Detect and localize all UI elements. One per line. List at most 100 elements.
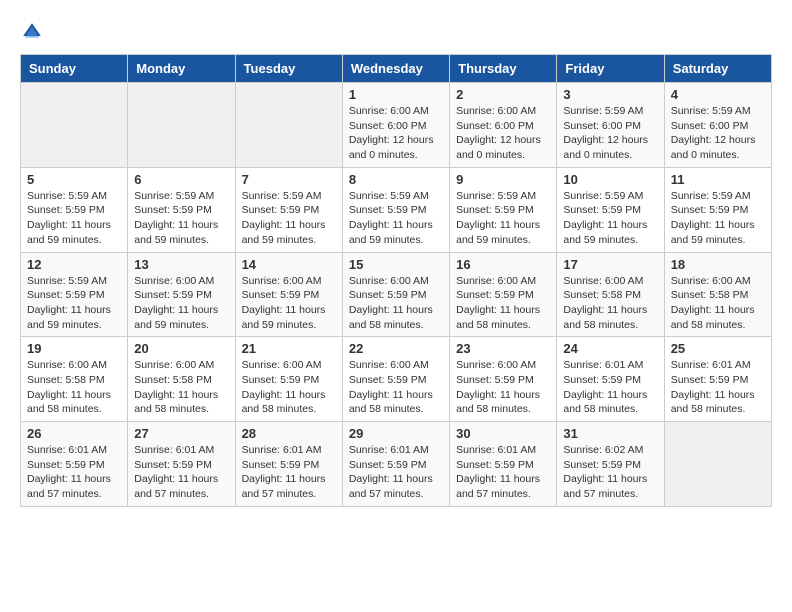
weekday-header: Tuesday — [235, 55, 342, 83]
day-number: 4 — [671, 87, 765, 102]
day-number: 25 — [671, 341, 765, 356]
day-number: 24 — [563, 341, 657, 356]
day-number: 10 — [563, 172, 657, 187]
day-number: 8 — [349, 172, 443, 187]
day-info: Sunrise: 5:59 AM Sunset: 5:59 PM Dayligh… — [27, 189, 121, 248]
calendar-cell: 13 Sunrise: 6:00 AM Sunset: 5:59 PM Dayli… — [128, 252, 235, 337]
day-number: 29 — [349, 426, 443, 441]
day-number: 3 — [563, 87, 657, 102]
logo — [20, 20, 48, 44]
day-info: Sunrise: 6:01 AM Sunset: 5:59 PM Dayligh… — [671, 358, 765, 417]
calendar-cell: 7Sunrise: 5:59 AM Sunset: 5:59 PM Daylig… — [235, 167, 342, 252]
day-info: Sunrise: 6:01 AM Sunset: 5:59 PM Dayligh… — [456, 443, 550, 502]
calendar-week-row: 5 Sunrise: 5:59 AM Sunset: 5:59 PM Daylig… — [21, 167, 772, 252]
day-info: Sunrise: 6:00 AM Sunset: 5:59 PM Dayligh… — [456, 358, 550, 417]
weekday-header: Wednesday — [342, 55, 449, 83]
day-number: 15 — [349, 257, 443, 272]
calendar-week-row: 19 Sunrise: 6:00 AM Sunset: 5:58 PM Dayli… — [21, 337, 772, 422]
day-number: 14 — [242, 257, 336, 272]
day-number: 21 — [242, 341, 336, 356]
day-number: 12 — [27, 257, 121, 272]
day-info: Sunrise: 6:01 AM Sunset: 5:59 PM Dayligh… — [242, 443, 336, 502]
day-number: 19 — [27, 341, 121, 356]
day-info: Sunrise: 6:00 AM Sunset: 5:58 PM Dayligh… — [27, 358, 121, 417]
day-number: 22 — [349, 341, 443, 356]
day-info: Sunrise: 6:02 AM Sunset: 5:59 PM Dayligh… — [563, 443, 657, 502]
calendar-cell: 4Sunrise: 5:59 AM Sunset: 6:00 PM Daylig… — [664, 83, 771, 168]
calendar-cell: 26 Sunrise: 6:01 AM Sunset: 5:59 PM Dayli… — [21, 422, 128, 507]
weekday-header: Monday — [128, 55, 235, 83]
day-info: Sunrise: 6:00 AM Sunset: 6:00 PM Dayligh… — [349, 104, 443, 163]
day-number: 9 — [456, 172, 550, 187]
day-number: 20 — [134, 341, 228, 356]
day-info: Sunrise: 5:59 AM Sunset: 5:59 PM Dayligh… — [456, 189, 550, 248]
day-info: Sunrise: 6:00 AM Sunset: 5:58 PM Dayligh… — [563, 274, 657, 333]
calendar-cell: 9 Sunrise: 5:59 AM Sunset: 5:59 PM Daylig… — [450, 167, 557, 252]
calendar-cell: 19 Sunrise: 6:00 AM Sunset: 5:58 PM Dayli… — [21, 337, 128, 422]
calendar-cell: 20 Sunrise: 6:00 AM Sunset: 5:58 PM Dayli… — [128, 337, 235, 422]
day-info: Sunrise: 6:00 AM Sunset: 5:58 PM Dayligh… — [134, 358, 228, 417]
calendar-cell: 24 Sunrise: 6:01 AM Sunset: 5:59 PM Dayli… — [557, 337, 664, 422]
calendar-cell: 17 Sunrise: 6:00 AM Sunset: 5:58 PM Dayli… — [557, 252, 664, 337]
calendar-cell: 28 Sunrise: 6:01 AM Sunset: 5:59 PM Dayli… — [235, 422, 342, 507]
weekday-header: Sunday — [21, 55, 128, 83]
day-info: Sunrise: 6:00 AM Sunset: 5:59 PM Dayligh… — [349, 274, 443, 333]
calendar-cell — [128, 83, 235, 168]
day-number: 13 — [134, 257, 228, 272]
calendar-cell: 21 Sunrise: 6:00 AM Sunset: 5:59 PM Dayli… — [235, 337, 342, 422]
day-number: 30 — [456, 426, 550, 441]
day-info: Sunrise: 5:59 AM Sunset: 5:59 PM Dayligh… — [349, 189, 443, 248]
weekday-header: Saturday — [664, 55, 771, 83]
calendar-cell: 25 Sunrise: 6:01 AM Sunset: 5:59 PM Dayli… — [664, 337, 771, 422]
day-info: Sunrise: 6:00 AM Sunset: 5:59 PM Dayligh… — [134, 274, 228, 333]
day-info: Sunrise: 6:00 AM Sunset: 5:59 PM Dayligh… — [349, 358, 443, 417]
calendar-cell: 31 Sunrise: 6:02 AM Sunset: 5:59 PM Dayli… — [557, 422, 664, 507]
calendar-week-row: 12Sunrise: 5:59 AM Sunset: 5:59 PM Dayli… — [21, 252, 772, 337]
calendar-cell: 8 Sunrise: 5:59 AM Sunset: 5:59 PM Daylig… — [342, 167, 449, 252]
day-number: 23 — [456, 341, 550, 356]
calendar-cell: 15 Sunrise: 6:00 AM Sunset: 5:59 PM Dayli… — [342, 252, 449, 337]
calendar-cell: 30 Sunrise: 6:01 AM Sunset: 5:59 PM Dayli… — [450, 422, 557, 507]
day-number: 28 — [242, 426, 336, 441]
day-info: Sunrise: 6:00 AM Sunset: 6:00 PM Dayligh… — [456, 104, 550, 163]
calendar-cell: 10 Sunrise: 5:59 AM Sunset: 5:59 PM Dayli… — [557, 167, 664, 252]
calendar-cell — [664, 422, 771, 507]
day-info: Sunrise: 5:59 AM Sunset: 5:59 PM Dayligh… — [134, 189, 228, 248]
calendar-cell: 11Sunrise: 5:59 AM Sunset: 5:59 PM Dayli… — [664, 167, 771, 252]
calendar-cell: 12Sunrise: 5:59 AM Sunset: 5:59 PM Dayli… — [21, 252, 128, 337]
calendar-cell: 14 Sunrise: 6:00 AM Sunset: 5:59 PM Dayli… — [235, 252, 342, 337]
day-info: Sunrise: 6:01 AM Sunset: 5:59 PM Dayligh… — [27, 443, 121, 502]
day-info: Sunrise: 6:01 AM Sunset: 5:59 PM Dayligh… — [349, 443, 443, 502]
calendar-cell: 2 Sunrise: 6:00 AM Sunset: 6:00 PM Daylig… — [450, 83, 557, 168]
weekday-header: Friday — [557, 55, 664, 83]
day-info: Sunrise: 6:00 AM Sunset: 5:59 PM Dayligh… — [242, 274, 336, 333]
day-info: Sunrise: 5:59 AM Sunset: 5:59 PM Dayligh… — [242, 189, 336, 248]
day-info: Sunrise: 5:59 AM Sunset: 5:59 PM Dayligh… — [563, 189, 657, 248]
day-info: Sunrise: 6:01 AM Sunset: 5:59 PM Dayligh… — [563, 358, 657, 417]
calendar-cell: 16Sunrise: 6:00 AM Sunset: 5:59 PM Dayli… — [450, 252, 557, 337]
calendar-header-row: SundayMondayTuesdayWednesdayThursdayFrid… — [21, 55, 772, 83]
calendar-cell: 5 Sunrise: 5:59 AM Sunset: 5:59 PM Daylig… — [21, 167, 128, 252]
calendar-cell: 27 Sunrise: 6:01 AM Sunset: 5:59 PM Dayli… — [128, 422, 235, 507]
page-header — [20, 20, 772, 44]
day-number: 31 — [563, 426, 657, 441]
day-number: 18 — [671, 257, 765, 272]
day-number: 6 — [134, 172, 228, 187]
calendar-cell: 3 Sunrise: 5:59 AM Sunset: 6:00 PM Daylig… — [557, 83, 664, 168]
calendar-week-row: 1Sunrise: 6:00 AM Sunset: 6:00 PM Daylig… — [21, 83, 772, 168]
day-info: Sunrise: 6:00 AM Sunset: 5:59 PM Dayligh… — [242, 358, 336, 417]
day-number: 26 — [27, 426, 121, 441]
day-number: 2 — [456, 87, 550, 102]
day-info: Sunrise: 5:59 AM Sunset: 6:00 PM Dayligh… — [563, 104, 657, 163]
calendar-cell: 6 Sunrise: 5:59 AM Sunset: 5:59 PM Daylig… — [128, 167, 235, 252]
day-info: Sunrise: 6:01 AM Sunset: 5:59 PM Dayligh… — [134, 443, 228, 502]
calendar-cell: 23 Sunrise: 6:00 AM Sunset: 5:59 PM Dayli… — [450, 337, 557, 422]
calendar-week-row: 26 Sunrise: 6:01 AM Sunset: 5:59 PM Dayli… — [21, 422, 772, 507]
logo-icon — [20, 20, 44, 44]
day-number: 5 — [27, 172, 121, 187]
day-number: 27 — [134, 426, 228, 441]
day-number: 16 — [456, 257, 550, 272]
calendar-table: SundayMondayTuesdayWednesdayThursdayFrid… — [20, 54, 772, 507]
day-number: 17 — [563, 257, 657, 272]
day-info: Sunrise: 6:00 AM Sunset: 5:58 PM Dayligh… — [671, 274, 765, 333]
